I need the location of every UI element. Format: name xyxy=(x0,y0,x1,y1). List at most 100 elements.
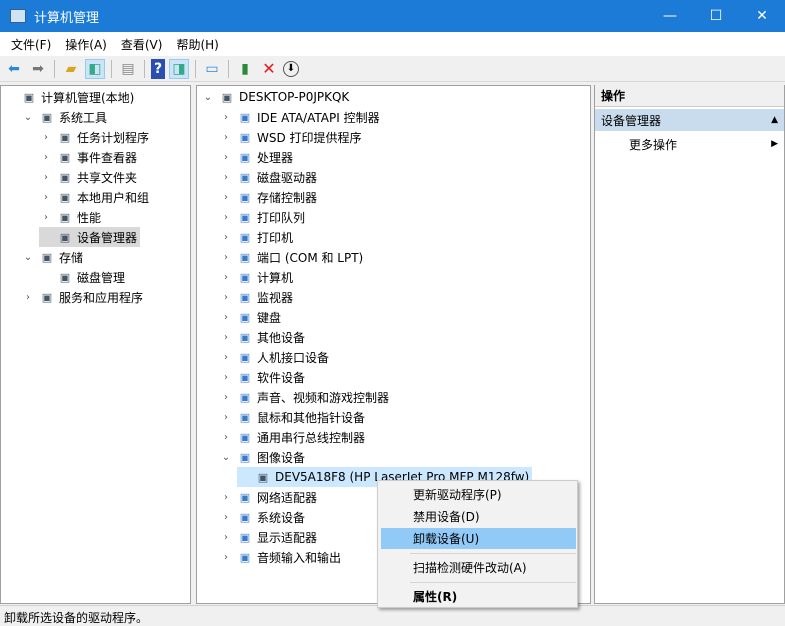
collapse-chevron-icon[interactable]: › xyxy=(219,392,233,403)
collapse-chevron-icon[interactable]: › xyxy=(219,172,233,183)
menu-scan-hardware[interactable]: 扫描检测硬件改动(A) xyxy=(381,557,576,578)
collapse-chevron-icon[interactable]: › xyxy=(219,252,233,263)
menu-update-driver[interactable]: 更新驱动程序(P) xyxy=(381,484,576,505)
device-category[interactable]: › ▣ 人机接口设备 xyxy=(219,347,332,367)
collapse-chevron-icon[interactable]: › xyxy=(39,172,53,183)
collapse-chevron-icon[interactable]: › xyxy=(39,132,53,143)
menu-disable-device[interactable]: 禁用设备(D) xyxy=(381,506,576,527)
collapse-chevron-icon[interactable]: › xyxy=(219,272,233,283)
node-icon: ▣ xyxy=(239,510,251,524)
show-action-pane-icon[interactable]: ◨ xyxy=(169,58,189,79)
maximize-button[interactable]: ☐ xyxy=(693,0,739,32)
back-icon[interactable]: ⬅ xyxy=(4,59,24,79)
expand-chevron-icon[interactable]: ⌄ xyxy=(21,252,35,263)
menu-help[interactable]: 帮助(H) xyxy=(169,36,225,53)
node-label: 显示适配器 xyxy=(257,530,318,545)
toolbar: ⬅ ➡ ▰ ◧ ▤ ? ◨ ▭ ▮ ✕ ⬇ xyxy=(0,56,785,82)
properties-icon[interactable]: ▤ xyxy=(118,59,138,79)
device-category[interactable]: › ▣ 打印队列 xyxy=(219,207,308,227)
collapse-chevron-icon[interactable]: › xyxy=(219,232,233,243)
device-category[interactable]: › ▣ 声音、视频和游戏控制器 xyxy=(219,387,392,407)
node-label: 磁盘管理 xyxy=(77,270,126,285)
device-category[interactable]: › ▣ 音频输入和输出 xyxy=(219,547,344,567)
collapse-chevron-icon[interactable]: › xyxy=(219,192,233,203)
device-category[interactable]: › ▣ 其他设备 xyxy=(219,327,308,347)
tree-item[interactable]: ⌄ ▣ 存储 xyxy=(21,247,86,267)
device-category[interactable]: › ▣ 网络适配器 xyxy=(219,487,320,507)
help-icon[interactable]: ? xyxy=(151,58,165,79)
collapse-chevron-icon[interactable]: › xyxy=(219,552,233,563)
menu-properties[interactable]: 属性(R) xyxy=(381,586,576,607)
menu-uninstall-device[interactable]: 卸载设备(U) xyxy=(381,528,576,549)
collapse-chevron-icon[interactable]: › xyxy=(219,352,233,363)
tree-item[interactable]: › ▣ 任务计划程序 xyxy=(39,127,152,147)
node-icon: ▣ xyxy=(239,430,251,444)
collapse-chevron-icon[interactable]: › xyxy=(219,432,233,443)
tree-item[interactable]: ▣ 设备管理器 xyxy=(39,227,141,247)
device-category[interactable]: › ▣ 打印机 xyxy=(219,227,296,247)
tree-item[interactable]: › ▣ 本地用户和组 xyxy=(39,187,152,207)
tree-item[interactable]: ⌄ ▣ 系统工具 xyxy=(21,107,110,127)
menu-file[interactable]: 文件(F) xyxy=(4,36,58,53)
collapse-chevron-icon[interactable]: › xyxy=(219,112,233,123)
collapse-chevron-icon[interactable]: › xyxy=(219,412,233,423)
collapse-chevron-icon[interactable]: › xyxy=(219,152,233,163)
close-button[interactable]: ✕ xyxy=(739,0,785,32)
collapse-chevron-icon[interactable]: › xyxy=(21,292,35,303)
collapse-chevron-icon[interactable]: › xyxy=(39,212,53,223)
device-category[interactable]: › ▣ 键盘 xyxy=(219,307,284,327)
expand-chevron-icon[interactable]: ⌄ xyxy=(219,452,233,463)
device-category[interactable]: › ▣ 存储控制器 xyxy=(219,187,320,207)
expand-chevron-icon[interactable]: ⌄ xyxy=(21,112,35,123)
menu-view[interactable]: 查看(V) xyxy=(114,36,170,53)
device-tree-root[interactable]: ⌄ ▣ DESKTOP-P0JPKQK xyxy=(201,87,352,107)
device-category[interactable]: › ▣ 处理器 xyxy=(219,147,296,167)
collapse-chevron-icon[interactable]: › xyxy=(39,192,53,203)
collapse-chevron-icon[interactable]: › xyxy=(219,132,233,143)
collapse-chevron-icon[interactable]: › xyxy=(219,212,233,223)
tree-item[interactable]: › ▣ 事件查看器 xyxy=(39,147,140,167)
update-driver-icon[interactable]: ▮ xyxy=(235,59,255,79)
collapse-chevron-icon[interactable]: › xyxy=(219,512,233,523)
device-category[interactable]: › ▣ IDE ATA/ATAPI 控制器 xyxy=(219,107,383,127)
forward-icon[interactable]: ➡ xyxy=(28,59,48,79)
collapse-chevron-icon[interactable]: › xyxy=(219,312,233,323)
tree-item[interactable]: › ▣ 服务和应用程序 xyxy=(21,287,146,307)
device-category[interactable]: ⌄ ▣ 图像设备 xyxy=(219,447,308,467)
more-actions[interactable]: 更多操作 ▶ xyxy=(595,133,784,155)
device-category[interactable]: › ▣ 磁盘驱动器 xyxy=(219,167,320,187)
node-label: 事件查看器 xyxy=(77,150,138,165)
menu-action[interactable]: 操作(A) xyxy=(58,36,114,53)
collapse-chevron-icon[interactable]: › xyxy=(219,492,233,503)
device-category[interactable]: › ▣ 显示适配器 xyxy=(219,527,320,547)
tree-item[interactable]: ▣ 计算机管理(本地) xyxy=(3,87,137,107)
collapse-chevron-icon[interactable]: › xyxy=(39,152,53,163)
collapse-chevron-icon[interactable]: › xyxy=(219,372,233,383)
tree-item[interactable]: › ▣ 性能 xyxy=(39,207,104,227)
node-label: 存储控制器 xyxy=(257,190,318,205)
device-category[interactable]: › ▣ 监视器 xyxy=(219,287,296,307)
device-category[interactable]: › ▣ 端口 (COM 和 LPT) xyxy=(219,247,366,267)
expand-chevron-icon[interactable]: ⌄ xyxy=(201,92,215,103)
device-category[interactable]: › ▣ WSD 打印提供程序 xyxy=(219,127,365,147)
show-hide-tree-icon[interactable]: ◧ xyxy=(85,58,105,79)
collapse-chevron-icon[interactable]: › xyxy=(219,532,233,543)
device-category[interactable]: › ▣ 软件设备 xyxy=(219,367,308,387)
scan-hardware-icon[interactable]: ▭ xyxy=(202,59,222,79)
window-title: 计算机管理 xyxy=(34,10,100,26)
device-category[interactable]: › ▣ 通用串行总线控制器 xyxy=(219,427,368,447)
node-label: 设备管理器 xyxy=(77,230,138,245)
collapse-chevron-icon[interactable]: › xyxy=(219,292,233,303)
minimize-button[interactable]: — xyxy=(647,0,693,32)
up-folder-icon[interactable]: ▰ xyxy=(61,59,81,79)
disable-icon[interactable]: ⬇ xyxy=(283,60,299,77)
device-category[interactable]: › ▣ 鼠标和其他指针设备 xyxy=(219,407,368,427)
collapse-chevron-icon[interactable]: › xyxy=(219,332,233,343)
tree-item[interactable]: › ▣ 共享文件夹 xyxy=(39,167,140,187)
device-category[interactable]: › ▣ 系统设备 xyxy=(219,507,308,527)
node-icon: ▣ xyxy=(59,190,71,204)
tree-item[interactable]: ▣ 磁盘管理 xyxy=(39,267,128,287)
device-category[interactable]: › ▣ 计算机 xyxy=(219,267,296,287)
actions-section-device-manager[interactable]: 设备管理器 ▲ xyxy=(595,109,784,131)
uninstall-icon[interactable]: ✕ xyxy=(259,59,279,79)
